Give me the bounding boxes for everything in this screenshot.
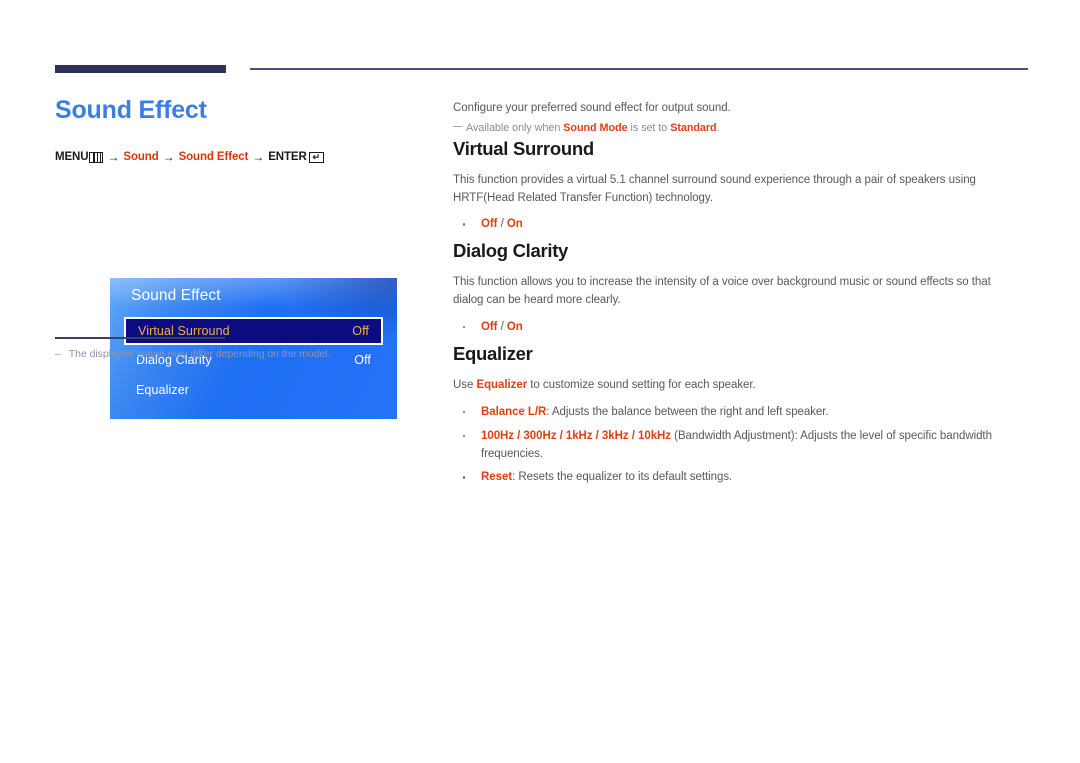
left-column: Sound Effect MENU → Sound → Sound Effect… [55, 95, 435, 419]
breadcrumb-enter-label: ENTER [268, 151, 307, 164]
list-item: Reset: Resets the equalizer to its defau… [453, 469, 1028, 487]
equalizer-lead-after: to customize sound setting for each spea… [527, 379, 756, 392]
osd-row-value: Off [352, 324, 369, 338]
equalizer-lead-term: Equalizer [476, 379, 528, 392]
list-item: 100Hz / 300Hz / 1kHz / 3kHz / 10kHz (Ban… [453, 428, 1028, 464]
menu-bars-icon [89, 151, 104, 163]
equalizer-term-reset: Reset [481, 471, 513, 484]
footnote-row: – The displayed image may differ dependi… [55, 348, 355, 360]
equalizer-term-bands: 100Hz / 300Hz / 1kHz / 3kHz / 10kHz [481, 429, 672, 442]
option-off: Off [481, 321, 498, 334]
note-sound-mode: Sound Mode [563, 122, 628, 135]
breadcrumb-sound-effect: Sound Effect [178, 151, 249, 164]
section-heading-equalizer: Equalizer [453, 342, 533, 364]
enter-return-glyph: ↵ [312, 151, 320, 162]
equalizer-lead-before: Use [453, 379, 477, 392]
osd-list: Virtual Surround Off Dialog Clarity Off … [124, 317, 383, 405]
header-rules [0, 63, 1080, 75]
availability-note: Available only when Sound Mode is set to… [453, 120, 1028, 137]
note-before: Available only when [466, 122, 564, 135]
footnote-text: The displayed image may differ depending… [68, 347, 331, 360]
section-paragraph-equalizer: Use Equalizer to customize sound setting… [453, 377, 1013, 395]
breadcrumb-menu-label: MENU [55, 151, 89, 164]
osd-title: Sound Effect [131, 287, 221, 304]
note-after: . [716, 122, 720, 135]
right-column: Configure your preferred sound effect fo… [453, 99, 1028, 493]
options-list-equalizer: Balance L/R: Adjusts the balance between… [453, 404, 1028, 487]
page-title: Sound Effect [55, 96, 207, 124]
header-rule-thin [250, 68, 1028, 70]
note-dash-icon [453, 125, 462, 128]
option-on: On [506, 218, 523, 231]
section-paragraph-virtual-surround: This function provides a virtual 5.1 cha… [453, 173, 976, 204]
option-separator: / [497, 218, 507, 231]
breadcrumb: MENU → Sound → Sound Effect → ENTER ↵ [55, 150, 435, 164]
header-rule-thick [55, 65, 226, 73]
osd-row-label: Virtual Surround [138, 324, 230, 338]
breadcrumb-arrow-1: → [107, 150, 120, 165]
note-standard: Standard [670, 122, 717, 135]
osd-row-value: Off [354, 353, 371, 367]
breadcrumb-arrow-2: → [162, 150, 175, 165]
equalizer-term-balance: Balance L/R [481, 405, 547, 418]
option-separator: / [497, 321, 507, 334]
list-item: Off / On [453, 319, 1028, 337]
section-heading-virtual-surround: Virtual Surround [453, 137, 594, 159]
footnote-rule [55, 337, 225, 339]
osd-row-equalizer[interactable]: Equalizer [124, 375, 383, 405]
option-on: On [506, 321, 523, 334]
image-footnote: – The displayed image may differ dependi… [55, 337, 355, 360]
footnote-dash: – [55, 347, 61, 360]
note-middle: is set to [627, 122, 671, 135]
breadcrumb-arrow-3: → [252, 150, 265, 165]
osd-row-label: Equalizer [136, 383, 190, 397]
intro-paragraph: Configure your preferred sound effect fo… [453, 102, 731, 114]
option-off: Off [481, 218, 498, 231]
equalizer-desc-balance: : Adjusts the balance between the right … [546, 405, 829, 418]
section-paragraph-dialog-clarity: This function allows you to increase the… [453, 276, 991, 307]
options-list-virtual-surround: Off / On [453, 216, 1028, 234]
list-item: Off / On [453, 216, 1028, 234]
enter-return-icon: ↵ [308, 151, 324, 163]
breadcrumb-sound: Sound [123, 151, 159, 164]
section-heading-dialog-clarity: Dialog Clarity [453, 240, 569, 262]
list-item: Balance L/R: Adjusts the balance between… [453, 404, 1028, 422]
options-list-dialog-clarity: Off / On [453, 319, 1028, 337]
equalizer-desc-reset: : Resets the equalizer to its default se… [512, 471, 733, 484]
